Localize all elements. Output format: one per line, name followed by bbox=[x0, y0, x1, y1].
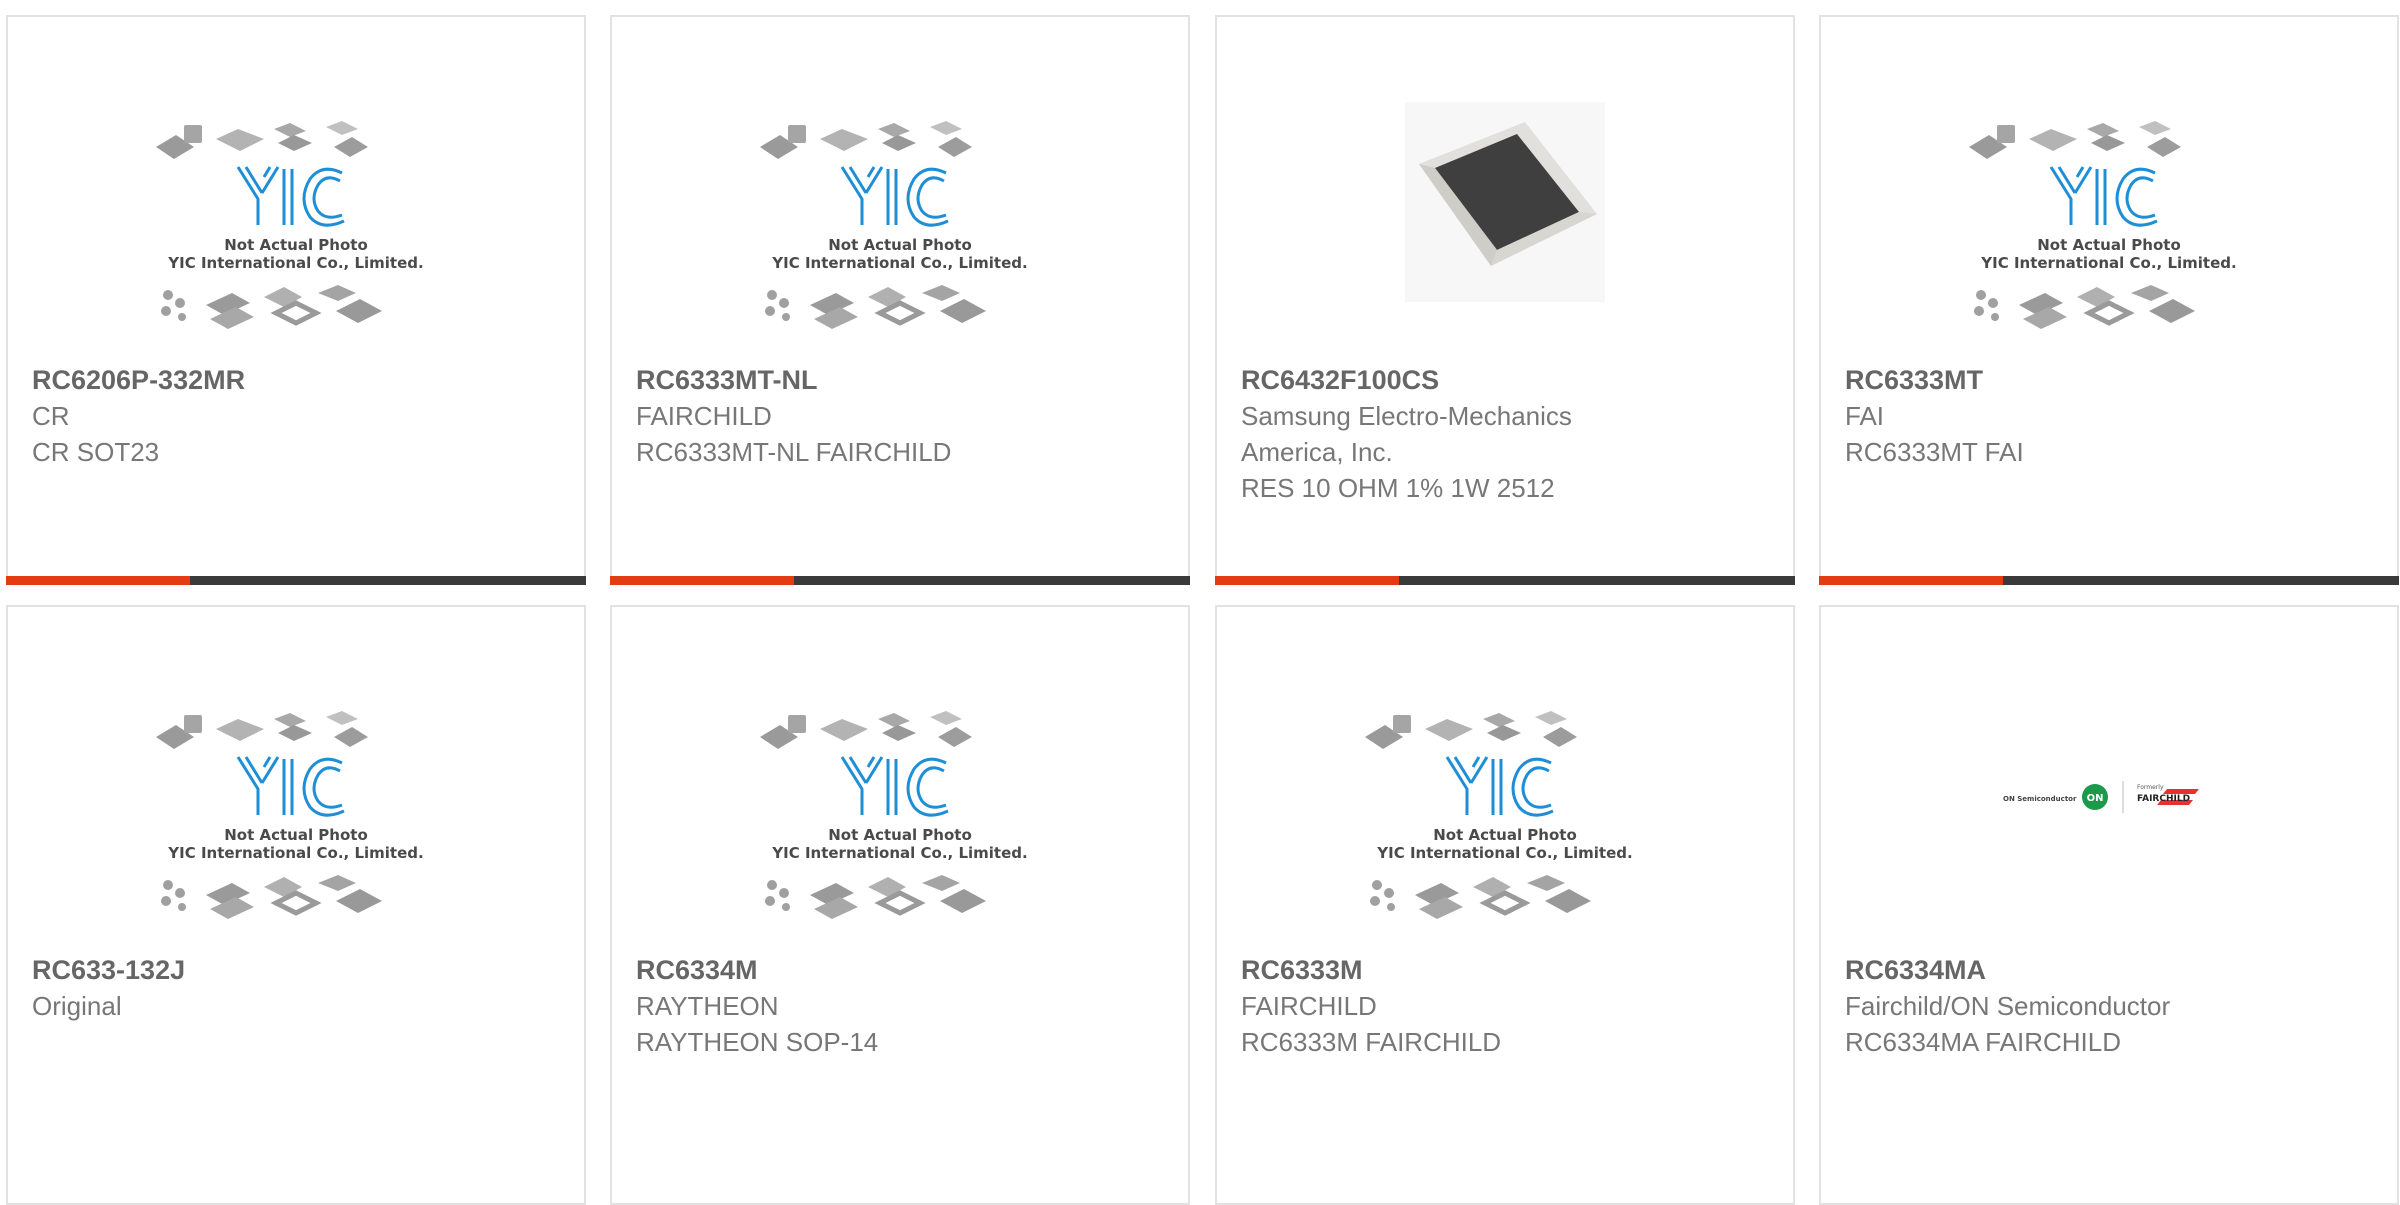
chip-icons-bottom bbox=[765, 875, 986, 919]
manufacturer-text: FAI bbox=[1845, 401, 1885, 431]
product-info: RC6206P-332MR CR CR SOT23 bbox=[32, 362, 560, 470]
chip-icons-bottom bbox=[765, 285, 986, 329]
manufacturer-text: FAIRCHILD bbox=[1241, 991, 1377, 1021]
card-bottom-bar bbox=[6, 576, 586, 585]
placeholder-caption-line1: Not Actual Photo bbox=[224, 826, 368, 844]
placeholder-caption-line2: YIC International Co., Limited. bbox=[771, 254, 1027, 272]
part-number-link[interactable]: RC6432F100CS bbox=[1241, 362, 1769, 398]
product-card[interactable]: Not Actual Photo YIC International Co., … bbox=[610, 15, 1190, 585]
yic-logo bbox=[840, 166, 949, 227]
description-text: RC6333MT-NL FAIRCHILD bbox=[636, 437, 952, 467]
product-thumbnail[interactable] bbox=[1217, 102, 1793, 367]
fairchild-text: FAIRCHILD bbox=[2137, 794, 2190, 804]
description-text: America, Inc. bbox=[1241, 437, 1393, 467]
card-accent-bar bbox=[610, 576, 794, 585]
chip-icons-top bbox=[156, 711, 368, 749]
part-number-link[interactable]: RC6334M bbox=[636, 952, 1164, 988]
product-thumbnail[interactable]: Not Actual Photo YIC International Co., … bbox=[612, 107, 1188, 367]
product-placeholder-image: Not Actual Photo YIC International Co., … bbox=[156, 121, 424, 329]
card-bottom-bar bbox=[610, 576, 1190, 585]
product-placeholder-image: Not Actual Photo YIC International Co., … bbox=[1365, 711, 1633, 919]
product-info: RC633-132J Original bbox=[32, 952, 560, 1024]
chip-icons-top bbox=[156, 121, 368, 159]
manufacturer-text: FAIRCHILD bbox=[636, 401, 772, 431]
product-thumbnail[interactable]: Not Actual Photo YIC International Co., … bbox=[1821, 107, 2397, 367]
product-thumbnail[interactable]: Not Actual Photo YIC International Co., … bbox=[612, 697, 1188, 957]
part-number-link[interactable]: RC6333MT-NL bbox=[636, 362, 1164, 398]
product-info: RC6333MT-NL FAIRCHILD RC6333MT-NL FAIRCHIL… bbox=[636, 362, 1164, 470]
product-card[interactable]: RC6432F100CS Samsung Electro-Mechanics Ame… bbox=[1215, 15, 1795, 585]
product-placeholder-image: Not Actual Photo YIC International Co., … bbox=[1969, 121, 2237, 329]
manufacturer-text: CR bbox=[32, 401, 70, 431]
product-grid: Not Actual Photo YIC International Co., … bbox=[0, 0, 2400, 1205]
placeholder-caption-line1: Not Actual Photo bbox=[828, 236, 972, 254]
product-info: RC6334MA Fairchild/ON Semiconductor RC6334… bbox=[1845, 952, 2373, 1060]
product-thumbnail[interactable]: ON Semiconductor ON Formerly FAIRCHILD bbox=[1821, 697, 2397, 957]
yic-logo bbox=[2049, 166, 2158, 227]
manufacturer-text: Fairchild/ON Semiconductor bbox=[1845, 991, 2171, 1021]
product-card[interactable]: ON Semiconductor ON Formerly FAIRCHILD R… bbox=[1819, 605, 2399, 1205]
product-info: RC6333MT FAI RC6333MT FAI bbox=[1845, 362, 2373, 470]
product-placeholder-image: Not Actual Photo YIC International Co., … bbox=[760, 711, 1028, 919]
description-text: RC6333MT FAI bbox=[1845, 437, 2024, 467]
product-placeholder-image: Not Actual Photo YIC International Co., … bbox=[760, 121, 1028, 329]
description-text: CR SOT23 bbox=[32, 437, 160, 467]
product-card[interactable]: Not Actual Photo YIC International Co., … bbox=[6, 605, 586, 1205]
part-number-link[interactable]: RC6334MA bbox=[1845, 952, 2373, 988]
placeholder-caption-line1: Not Actual Photo bbox=[1433, 826, 1577, 844]
placeholder-caption-line2: YIC International Co., Limited. bbox=[771, 844, 1027, 862]
card-bottom-bar bbox=[1215, 576, 1795, 585]
placeholder-caption-line2: YIC International Co., Limited. bbox=[1376, 844, 1632, 862]
card-accent-bar bbox=[6, 576, 190, 585]
chip-icons-top bbox=[1969, 121, 2181, 159]
chip-icons-bottom bbox=[1974, 285, 2195, 329]
onsemi-badge: ON bbox=[2087, 793, 2104, 804]
product-info: RC6432F100CS Samsung Electro-Mechanics Ame… bbox=[1241, 362, 1769, 506]
yic-logo bbox=[840, 756, 949, 817]
placeholder-caption-line2: YIC International Co., Limited. bbox=[167, 844, 423, 862]
product-card[interactable]: Not Actual Photo YIC International Co., … bbox=[1819, 15, 2399, 585]
onsemi-text: ON Semiconductor bbox=[2003, 795, 2077, 803]
yic-logo bbox=[236, 756, 345, 817]
placeholder-caption-line1: Not Actual Photo bbox=[828, 826, 972, 844]
card-bottom-bar bbox=[1819, 576, 2399, 585]
description-text: RES 10 OHM 1% 1W 2512 bbox=[1241, 473, 1555, 503]
chip-icons-top bbox=[760, 711, 972, 749]
formerly-text: Formerly bbox=[2137, 784, 2164, 791]
chip-icons-top bbox=[1365, 711, 1577, 749]
product-thumbnail[interactable]: Not Actual Photo YIC International Co., … bbox=[1217, 697, 1793, 957]
chip-icons-bottom bbox=[161, 875, 382, 919]
resistor-photo-image bbox=[1405, 102, 1605, 302]
yic-logo bbox=[236, 166, 345, 227]
placeholder-caption-line2: YIC International Co., Limited. bbox=[1980, 254, 2236, 272]
card-accent-bar bbox=[1819, 576, 2003, 585]
product-card[interactable]: Not Actual Photo YIC International Co., … bbox=[610, 605, 1190, 1205]
placeholder-caption-line1: Not Actual Photo bbox=[2037, 236, 2181, 254]
manufacturer-text: Samsung Electro-Mechanics bbox=[1241, 401, 1572, 431]
placeholder-caption-line2: YIC International Co., Limited. bbox=[167, 254, 423, 272]
card-accent-bar bbox=[1215, 576, 1399, 585]
product-thumbnail[interactable]: Not Actual Photo YIC International Co., … bbox=[8, 697, 584, 957]
product-info: RC6333M FAIRCHILD RC6333M FAIRCHILD bbox=[1241, 952, 1769, 1060]
manufacturer-text: RAYTHEON bbox=[636, 991, 779, 1021]
placeholder-caption-line1: Not Actual Photo bbox=[224, 236, 368, 254]
manufacturer-text: Original bbox=[32, 991, 122, 1021]
part-number-link[interactable]: RC6333M bbox=[1241, 952, 1769, 988]
product-card[interactable]: Not Actual Photo YIC International Co., … bbox=[6, 15, 586, 585]
yic-logo bbox=[1445, 756, 1554, 817]
part-number-link[interactable]: RC6333MT bbox=[1845, 362, 2373, 398]
product-info: RC6334M RAYTHEON RAYTHEON SOP-14 bbox=[636, 952, 1164, 1060]
product-placeholder-image: Not Actual Photo YIC International Co., … bbox=[156, 711, 424, 919]
part-number-link[interactable]: RC6206P-332MR bbox=[32, 362, 560, 398]
part-number-link[interactable]: RC633-132J bbox=[32, 952, 560, 988]
product-card[interactable]: Not Actual Photo YIC International Co., … bbox=[1215, 605, 1795, 1205]
chip-icons-top bbox=[760, 121, 972, 159]
chip-icons-bottom bbox=[161, 285, 382, 329]
chip-icons-bottom bbox=[1370, 875, 1591, 919]
product-thumbnail[interactable]: Not Actual Photo YIC International Co., … bbox=[8, 107, 584, 367]
description-text: RC6333M FAIRCHILD bbox=[1241, 1027, 1502, 1057]
onsemi-fairchild-logo: ON Semiconductor ON Formerly FAIRCHILD bbox=[2003, 781, 2199, 813]
description-text: RAYTHEON SOP-14 bbox=[636, 1027, 879, 1057]
description-text: RC6334MA FAIRCHILD bbox=[1845, 1027, 2121, 1057]
